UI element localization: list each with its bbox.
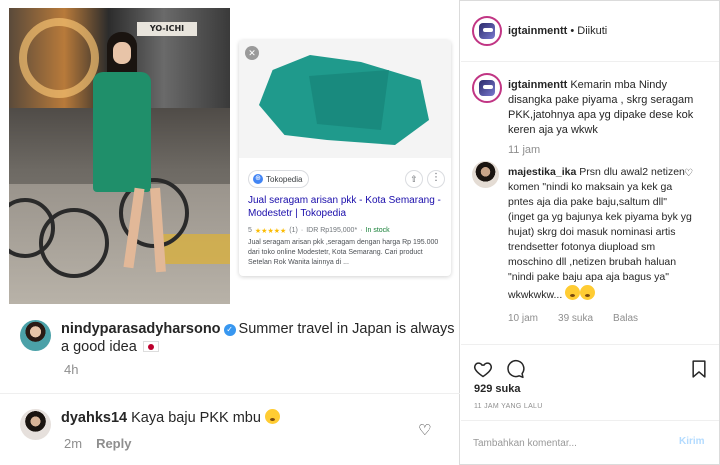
product-image [239,40,451,158]
comment-row: dyahks14 Kaya baju PKK mbu [20,409,280,440]
comment-username[interactable]: dyahks14 [61,410,127,426]
comment-likes[interactable]: 39 suka [558,313,593,324]
rating-value: 5 [248,227,252,234]
comment-username[interactable]: majestika_ika [508,166,576,178]
comment: majestika_ika Prsn dlu awal2 netizen kom… [508,165,696,303]
heart-icon[interactable] [473,359,493,379]
reply-button[interactable]: Reply [96,436,131,451]
comment-text: Kaya baju PKK mbu [131,410,261,426]
header-username[interactable]: igtainmentt [508,25,567,37]
close-icon[interactable]: ✕ [245,46,259,60]
laughing-emoji-icon [580,285,596,300]
share-icon[interactable]: ⇧ [405,170,423,188]
woman-green-dress [87,32,157,202]
post-caption: igtainmentt Kemarin mba Nindy disangka p… [508,78,708,138]
avatar[interactable] [472,161,499,188]
like-heart-icon[interactable]: ♡ [418,421,431,439]
embedded-screenshot: YO-ICHI ✕ ⊕ Tokopedia ⇧ ⋮ Jual seragam a… [0,0,460,465]
product-search-card[interactable]: ✕ ⊕ Tokopedia ⇧ ⋮ Jual seragam arisan pk… [239,40,451,276]
stock-status: In stock [365,227,390,234]
review-count: (1) [289,227,298,234]
follow-status-button[interactable]: Diikuti [577,25,607,37]
reply-button[interactable]: Balas [613,313,638,324]
post-photo: YO-ICHI [9,8,230,304]
comment-input[interactable] [473,434,663,452]
comment-meta: 10 jam 39 suka Balas [508,313,638,324]
grimace-emoji-icon [264,409,280,424]
post-comment-button[interactable]: Kirim [679,436,705,447]
bookmark-icon[interactable] [689,359,709,379]
bicycle-wheel-back [39,208,109,278]
avatar[interactable] [472,16,502,46]
avatar[interactable] [472,73,502,103]
like-count[interactable]: 929 suka [474,383,520,395]
caption-row: nindyparasadyharsono ✓ Summer travel in Ja… [20,320,461,356]
comment-time: 2m [64,436,83,451]
post-header: igtainmentt • Diikuti [461,0,719,62]
more-options-icon[interactable]: ⋮ [427,170,445,188]
product-meta: 5 ★★★★★ (1) · IDR Rp195,000* · In stock [248,227,390,235]
globe-icon: ⊕ [253,174,263,184]
like-heart-icon[interactable]: ♡ [684,168,693,179]
separator: • [567,25,578,37]
price: IDR Rp195,000* [306,227,358,234]
caption-username[interactable]: igtainmentt [508,79,567,91]
comment-text: Prsn dlu awal2 netizen komen "nindi ko m… [508,166,692,301]
star-rating-icon: ★★★★★ [254,228,287,235]
avatar[interactable] [20,409,51,440]
japan-flag-icon [142,341,159,352]
verified-badge-icon: ✓ [223,324,236,336]
product-description: Jual seragam arisan pkk ,seragam dengan … [248,239,439,266]
legs [123,187,179,278]
caption-time: 4h [64,362,79,377]
instagram-sidebar: igtainmentt • Diikuti igtainmentt Kemari… [461,0,719,465]
caption-username[interactable]: nindyparasadyharsono [61,321,221,337]
laughing-emoji-icon [565,285,581,300]
caption-time: 11 jam [508,144,541,156]
divider [0,393,460,394]
posted-time: 11 JAM YANG LALU [474,403,543,410]
source-chip[interactable]: ⊕ Tokopedia [248,170,310,188]
product-title[interactable]: Jual seragam arisan pkk - Kota Semarang … [248,194,444,220]
source-label: Tokopedia [266,174,303,184]
meta-dot: · [300,227,304,234]
avatar[interactable] [20,320,51,351]
action-bar: 929 suka 11 JAM YANG LALU [461,344,719,429]
comment-time: 10 jam [508,313,539,324]
meta-dot: · [360,227,363,234]
comment-box: Kirim [461,420,719,465]
comment-bubble-icon[interactable] [505,359,525,379]
